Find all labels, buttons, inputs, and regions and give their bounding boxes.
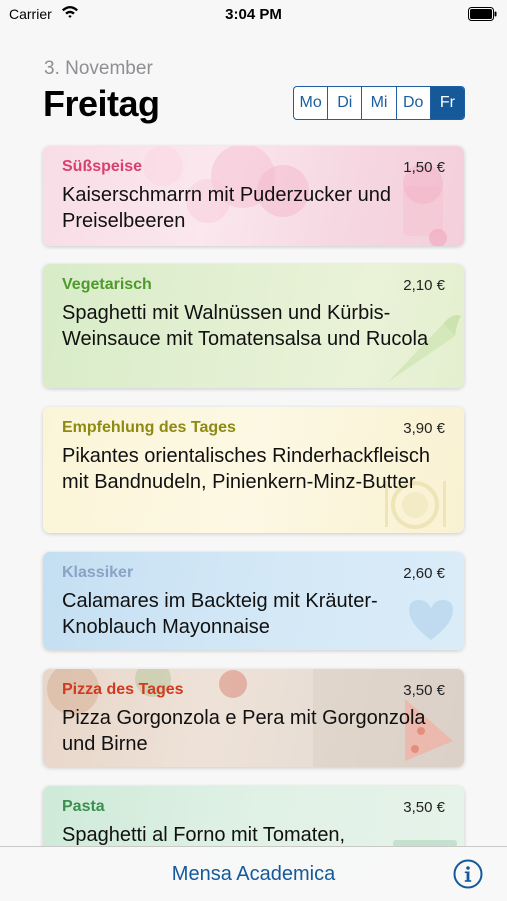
battery-icon <box>468 7 498 26</box>
card-price: 2,10 € <box>403 277 445 294</box>
card-category: Vegetarisch <box>62 276 152 293</box>
card-title: Calamares im Backteig mit Kräuter-Knobla… <box>62 590 378 638</box>
card-title: Pizza Gorgonzola e Pera mit Gorgonzola u… <box>62 707 426 755</box>
day-selector: Mo Di Mi Do Fr <box>293 86 465 120</box>
day-tab-di[interactable]: Di <box>327 87 361 119</box>
info-icon[interactable] <box>453 859 483 889</box>
mensa-title: Mensa Academica <box>171 863 336 885</box>
card-title: Pikantes orientalisches Rinderhackfleisc… <box>62 445 430 493</box>
menu-card-vegetarisch[interactable]: Vegetarisch 2,10 € Spaghetti mit Walnüss… <box>43 264 464 388</box>
day-tab-mo[interactable]: Mo <box>294 87 327 119</box>
status-bar: Carrier 3:04 PM <box>0 0 507 30</box>
clock: 3:04 PM <box>225 6 282 23</box>
card-title: Kaiserschmarrn mit Puderzucker und Preis… <box>62 184 392 232</box>
card-category: Pizza des Tages <box>62 681 184 698</box>
card-category: Empfehlung des Tages <box>62 419 236 436</box>
menu-card-pizza[interactable]: Pizza des Tages 3,50 € Pizza Gorgonzola … <box>43 669 464 767</box>
card-price: 3,90 € <box>403 420 445 437</box>
card-category: Klassiker <box>62 564 134 581</box>
card-price: 2,60 € <box>403 565 445 582</box>
card-title: Spaghetti al Forno mit Tomaten, <box>62 824 346 846</box>
card-price: 3,50 € <box>403 799 445 816</box>
card-price: 1,50 € <box>403 159 445 176</box>
page-title: Freitag <box>43 83 160 124</box>
card-title: Spaghetti mit Walnüssen und Kürbis-Weins… <box>62 302 429 350</box>
card-category: Pasta <box>62 798 105 815</box>
menu-card-klassiker[interactable]: Klassiker 2,60 € Calamares im Backteig m… <box>43 552 464 650</box>
card-category: Süßspeise <box>62 158 143 175</box>
menu-card-suessspeise[interactable]: Süßspeise 1,50 € Kaiserschmarrn mit Pude… <box>43 146 464 246</box>
date-label: 3. November <box>44 58 153 79</box>
day-tab-fr[interactable]: Fr <box>429 87 464 119</box>
day-tab-mi[interactable]: Mi <box>361 87 395 119</box>
menu-card-empfehlung[interactable]: Empfehlung des Tages 3,90 € Pikantes ori… <box>43 407 464 533</box>
card-price: 3,50 € <box>403 682 445 699</box>
day-tab-do[interactable]: Do <box>395 87 430 119</box>
bottom-toolbar: Mensa Academica <box>0 846 507 901</box>
